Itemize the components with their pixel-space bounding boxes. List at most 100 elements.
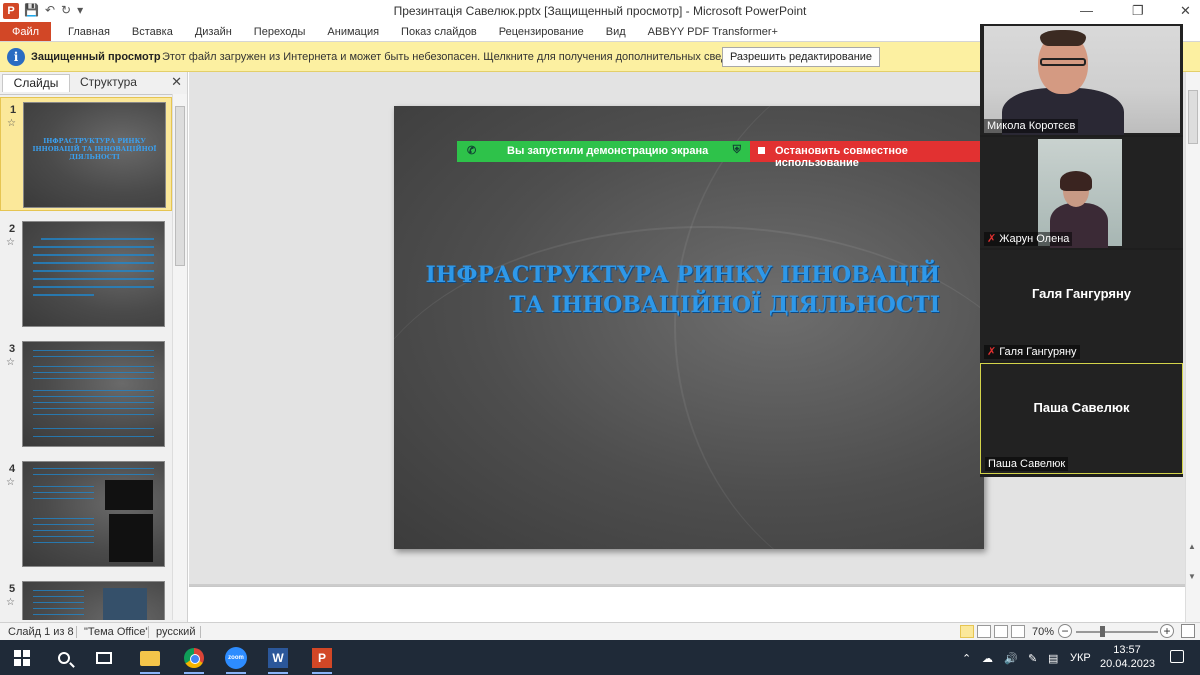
powerpoint-app-button[interactable]: P bbox=[304, 644, 340, 674]
scrollbar-thumb[interactable] bbox=[175, 106, 185, 266]
powerpoint-icon: P bbox=[312, 648, 332, 668]
tab-view[interactable]: Вид bbox=[595, 22, 637, 41]
reading-view-icon[interactable] bbox=[994, 625, 1008, 638]
protected-view-message[interactable]: Этот файл загружен из Интернета и может … bbox=[162, 51, 755, 63]
slide-number: 4 bbox=[9, 463, 16, 475]
slide-title[interactable]: ІНФРАСТРУКТУРА РИНКУ ІННОВАЦІЙ ТА ІННОВА… bbox=[414, 260, 940, 320]
language-indicator[interactable]: русский bbox=[156, 626, 195, 638]
slideshow-icon[interactable] bbox=[1011, 625, 1025, 638]
cloud-icon[interactable]: ☁ bbox=[982, 652, 993, 665]
tab-abbyy[interactable]: ABBYY PDF Transformer+ bbox=[637, 22, 789, 41]
participant-display-name: Галя Гангуряну bbox=[1031, 286, 1132, 301]
zoom-slider-handle[interactable] bbox=[1100, 626, 1105, 637]
scrollbar-thumb[interactable] bbox=[1188, 90, 1198, 144]
stop-sharing-button[interactable]: Остановить совместное использование bbox=[750, 141, 986, 169]
pen-icon[interactable]: ✎ bbox=[1028, 652, 1037, 665]
slide-title-line-2: ТА ІННОВАЦІЙНОЇ ДІЯЛЬНОСТІ bbox=[509, 292, 940, 318]
show-hidden-icons[interactable]: ⌃ bbox=[962, 652, 971, 665]
sharing-status-text: Вы запустили демонстрацию экрана bbox=[507, 145, 709, 157]
clock-date: 20.04.2023 bbox=[1100, 658, 1156, 670]
close-pane-icon[interactable]: ✕ bbox=[171, 74, 182, 90]
slide-thumbnail-2[interactable]: 2 ☆ bbox=[0, 217, 172, 331]
editor-scrollbar[interactable]: ▲ ▼ bbox=[1185, 72, 1200, 622]
slide-image bbox=[103, 588, 147, 620]
participant-video-tile[interactable]: Микола Коротєєв bbox=[980, 24, 1183, 135]
stop-icon bbox=[758, 147, 765, 154]
zoom-share-banner: ✆ Вы запустили демонстрацию экрана ⛨ Ост… bbox=[457, 141, 986, 169]
notification-icon[interactable] bbox=[1170, 650, 1184, 663]
slide-image bbox=[109, 514, 153, 562]
fit-to-window-icon[interactable] bbox=[1181, 624, 1195, 638]
normal-view-icon[interactable] bbox=[960, 625, 974, 638]
tab-animation[interactable]: Анимация bbox=[316, 22, 390, 41]
participant-name-label: ✗ Галя Гангуряну bbox=[984, 345, 1080, 359]
slide-sorter-icon[interactable] bbox=[977, 625, 991, 638]
participant-video-tile[interactable]: ✗ Жарун Олена bbox=[980, 137, 1183, 248]
task-view-icon bbox=[96, 652, 112, 664]
slide-preview bbox=[22, 581, 165, 620]
maximize-icon[interactable]: ❐ bbox=[1132, 3, 1144, 19]
system-clock[interactable]: 13:57 20.04.2023 bbox=[1100, 643, 1156, 671]
participant-name-label: ✗ Жарун Олена bbox=[984, 232, 1073, 246]
network-icon[interactable]: ▤ bbox=[1048, 652, 1058, 665]
start-button[interactable] bbox=[4, 644, 40, 672]
word-app-button[interactable]: W bbox=[260, 644, 296, 674]
zoom-icon: zoom bbox=[225, 647, 247, 669]
tab-review[interactable]: Рецензирование bbox=[488, 22, 595, 41]
zoom-app-button[interactable]: zoom bbox=[218, 644, 254, 674]
enable-editing-button[interactable]: Разрешить редактирование bbox=[722, 47, 880, 67]
transition-star-icon: ☆ bbox=[6, 477, 15, 488]
theme-name[interactable]: "Тема Office" bbox=[84, 626, 149, 638]
search-icon bbox=[58, 652, 70, 664]
zoom-slider[interactable] bbox=[1076, 631, 1158, 633]
tab-outline[interactable]: Структура bbox=[72, 74, 140, 92]
tab-home[interactable]: Главная bbox=[57, 22, 121, 41]
clock-time: 13:57 bbox=[1113, 644, 1141, 656]
tab-transitions[interactable]: Переходы bbox=[243, 22, 317, 41]
slide-number: 1 bbox=[10, 104, 17, 116]
word-icon: W bbox=[268, 648, 288, 668]
tab-slides[interactable]: Слайды bbox=[2, 74, 70, 92]
minimize-icon[interactable]: — bbox=[1080, 3, 1093, 18]
windows-taskbar: zoom W P ⌃ ☁ 🔊 ✎ ▤ УКР 13:57 20.04.2023 bbox=[0, 640, 1200, 675]
scroll-up-icon[interactable]: ▲ bbox=[1188, 542, 1196, 551]
transition-star-icon: ☆ bbox=[6, 597, 15, 608]
participant-video-tile[interactable]: Галя Гангуряну ✗ Галя Гангуряну bbox=[980, 250, 1183, 361]
tab-insert[interactable]: Вставка bbox=[121, 22, 184, 41]
file-explorer-button[interactable] bbox=[132, 644, 168, 674]
current-slide[interactable]: ІНФРАСТРУКТУРА РИНКУ ІННОВАЦІЙ ТА ІННОВА… bbox=[394, 106, 984, 549]
slide-counter: Слайд 1 из 8 bbox=[8, 626, 74, 638]
tab-slideshow[interactable]: Показ слайдов bbox=[390, 22, 488, 41]
tab-file[interactable]: Файл bbox=[0, 22, 52, 41]
task-view-button[interactable] bbox=[86, 644, 122, 672]
slide-thumbnail-4[interactable]: 4 ☆ bbox=[0, 457, 172, 571]
zoom-out-icon[interactable]: − bbox=[1058, 624, 1072, 638]
transition-star-icon: ☆ bbox=[6, 357, 15, 368]
close-window-icon[interactable]: ✕ bbox=[1180, 3, 1191, 19]
speaker-icon[interactable]: 🔊 bbox=[1004, 652, 1018, 665]
zoom-in-icon[interactable]: + bbox=[1160, 624, 1174, 638]
slide-thumbnail-1[interactable]: 1 ☆ ІНФРАСТРУКТУРА РИНКУ ІННОВАЦІЙ ТА ІН… bbox=[0, 97, 172, 211]
tab-design[interactable]: Дизайн bbox=[184, 22, 243, 41]
slides-pane-scrollbar[interactable] bbox=[172, 94, 187, 620]
slides-pane-tabs: Слайды Структура ✕ bbox=[0, 74, 188, 92]
info-icon: i bbox=[7, 48, 25, 66]
slide-preview: ІНФРАСТРУКТУРА РИНКУ ІННОВАЦІЙ ТА ІННОВА… bbox=[23, 102, 166, 208]
scroll-down-icon[interactable]: ▼ bbox=[1188, 572, 1196, 581]
input-language[interactable]: УКР bbox=[1070, 652, 1091, 664]
participant-video-tile-active[interactable]: Паша Савелюк Паша Савелюк bbox=[980, 363, 1183, 474]
sharing-status: ✆ Вы запустили демонстрацию экрана ⛨ bbox=[457, 141, 750, 162]
zoom-level[interactable]: 70% bbox=[1032, 626, 1054, 638]
notes-pane[interactable] bbox=[189, 586, 1185, 622]
status-bar: Слайд 1 из 8 "Тема Office" русский 70% −… bbox=[0, 622, 1200, 640]
chrome-button[interactable] bbox=[176, 644, 212, 674]
slide-thumbnail-list: 1 ☆ ІНФРАСТРУКТУРА РИНКУ ІННОВАЦІЙ ТА ІН… bbox=[0, 94, 172, 620]
protected-view-title: Защищенный просмотр bbox=[31, 51, 161, 63]
slide-thumbnail-3[interactable]: 3 ☆ bbox=[0, 337, 172, 451]
participant-name: Жарун Олена bbox=[999, 233, 1070, 245]
search-button[interactable] bbox=[46, 644, 82, 672]
slide-decoration bbox=[674, 106, 984, 549]
slide-thumbnail-title: ІНФРАСТРУКТУРА РИНКУ ІННОВАЦІЙ ТА ІННОВА… bbox=[32, 137, 157, 161]
participant-name: Микола Коротєєв bbox=[984, 119, 1079, 133]
slide-thumbnail-5[interactable]: 5 ☆ bbox=[0, 577, 172, 620]
